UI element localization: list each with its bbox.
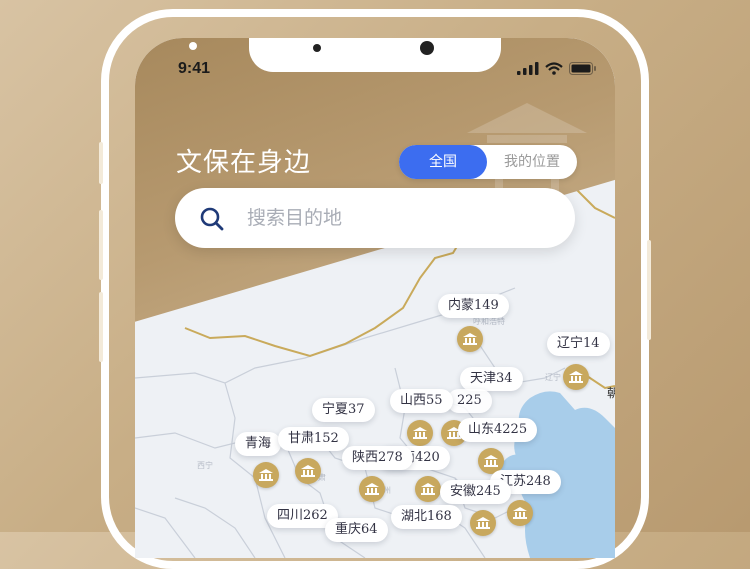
region-label[interactable]: 山西55 xyxy=(390,389,453,413)
region-label[interactable]: 225 xyxy=(447,389,492,413)
region-label[interactable]: 青海 xyxy=(235,432,282,456)
heritage-marker-icon[interactable] xyxy=(563,364,589,390)
map-edge-label: 朝 xyxy=(607,386,615,400)
heritage-marker-icon[interactable] xyxy=(253,462,279,488)
region-label[interactable]: 内蒙149 xyxy=(438,294,509,318)
region-label[interactable]: 安徽245 xyxy=(440,480,511,504)
region-label[interactable]: 甘肃152 xyxy=(278,427,349,451)
heritage-marker-icon[interactable] xyxy=(507,500,533,526)
region-label[interactable]: 湖北168 xyxy=(391,505,462,529)
wifi-icon xyxy=(545,62,563,75)
side-button xyxy=(99,210,103,280)
status-time: 9:41 xyxy=(178,60,211,77)
heritage-marker-icon[interactable] xyxy=(415,476,441,502)
region-label[interactable]: 天津34 xyxy=(460,367,523,391)
scope-toggle[interactable]: 全国 我的位置 xyxy=(399,145,577,179)
side-button xyxy=(99,142,103,184)
region-label[interactable]: 辽宁14 xyxy=(547,332,610,356)
toggle-my-location[interactable]: 我的位置 xyxy=(487,145,577,179)
region-label[interactable]: 宁夏37 xyxy=(312,398,375,422)
svg-text:西宁: 西宁 xyxy=(197,460,213,470)
svg-text:辽宁: 辽宁 xyxy=(545,372,561,382)
side-button xyxy=(99,292,103,362)
page-title: 文保在身边 xyxy=(176,148,312,178)
region-label[interactable]: 山东4225 xyxy=(458,418,538,442)
heritage-marker-icon[interactable] xyxy=(470,510,496,536)
search-input[interactable]: 搜索目的地 xyxy=(247,188,342,248)
heritage-marker-icon[interactable] xyxy=(359,476,385,502)
heritage-marker-icon[interactable] xyxy=(457,326,483,352)
signal-icon xyxy=(517,62,539,75)
front-camera xyxy=(313,44,321,52)
region-label[interactable]: 陕西278 xyxy=(342,446,413,470)
region-label[interactable]: 重庆64 xyxy=(325,518,388,542)
heritage-marker-icon[interactable] xyxy=(407,420,433,446)
toggle-national[interactable]: 全国 xyxy=(399,145,487,179)
side-button xyxy=(647,240,651,340)
search-bar[interactable]: 搜索目的地 xyxy=(175,188,575,248)
front-sensor xyxy=(420,41,434,55)
app-screen: 呼和浩特 辽宁 西宁 甘肃 郑州 9:41 xyxy=(135,38,615,558)
battery-icon xyxy=(569,62,596,75)
heritage-marker-icon[interactable] xyxy=(295,458,321,484)
search-icon xyxy=(200,207,224,231)
speaker-grille xyxy=(343,44,401,51)
